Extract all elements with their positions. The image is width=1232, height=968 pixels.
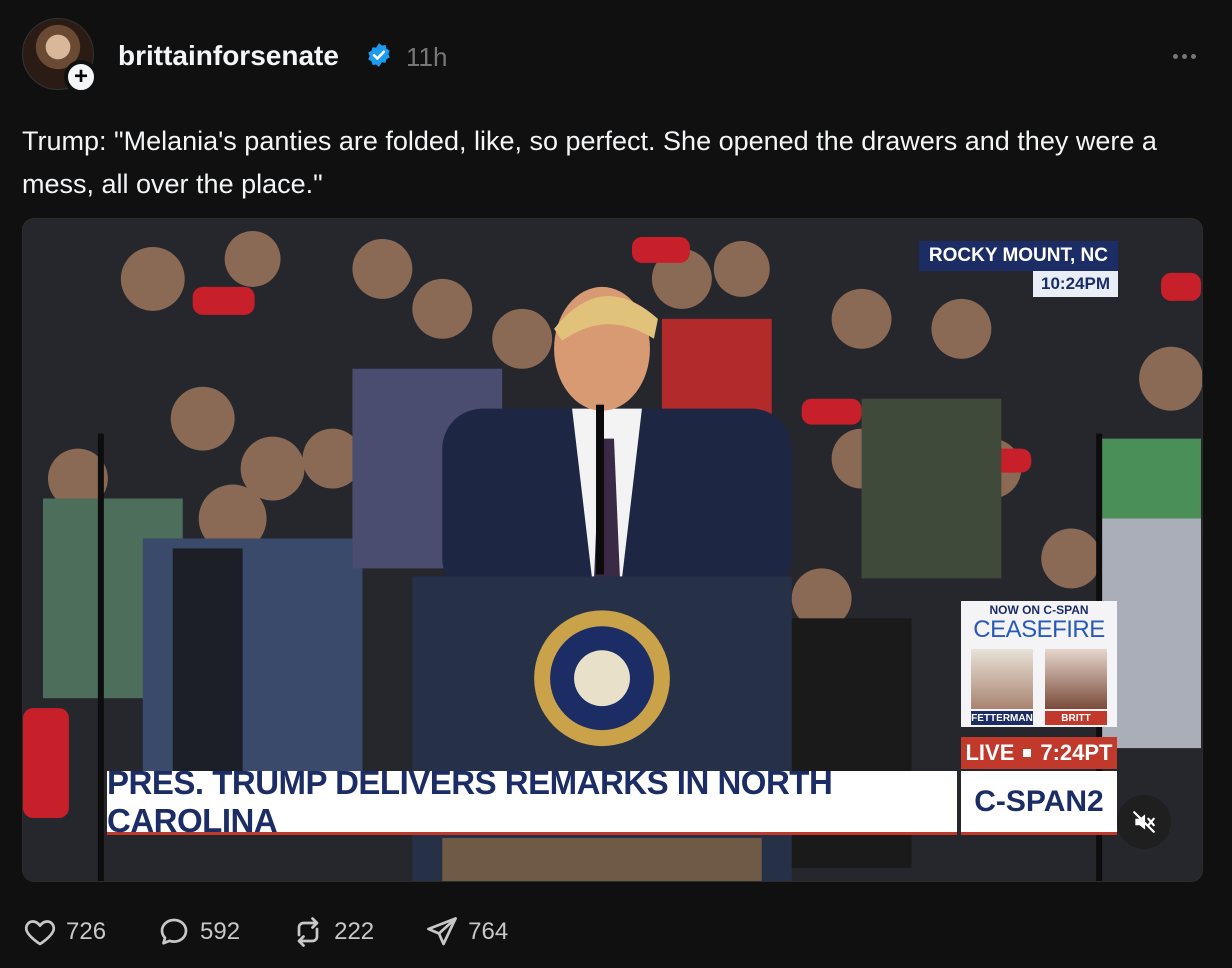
promo-top-label: NOW ON C-SPAN xyxy=(989,603,1089,617)
promo-photo-left xyxy=(971,649,1033,709)
location-time: 10:24PM xyxy=(1033,271,1118,297)
post-text: Trump: "Melania's panties are folded, li… xyxy=(22,126,1157,199)
promo-name-right: BRITT xyxy=(1045,711,1107,725)
like-button[interactable]: 726 xyxy=(22,914,106,950)
repost-count: 222 xyxy=(334,918,375,945)
live-label: LIVE xyxy=(965,740,1015,765)
username[interactable]: brittainforsenate xyxy=(118,40,339,72)
comment-icon xyxy=(160,918,188,945)
mute-icon[interactable] xyxy=(1117,795,1171,849)
verified-badge-icon xyxy=(368,43,390,67)
post-time: 11h xyxy=(406,42,448,72)
network-logo: C-SPAN2 xyxy=(961,771,1117,835)
repost-button[interactable]: 222 xyxy=(290,914,374,950)
video-player[interactable]: ROCKY MOUNT, NC 10:24PM NOW ON C-SPAN CE… xyxy=(22,218,1203,882)
share-count: 764 xyxy=(468,918,509,945)
promo-panel: NOW ON C-SPAN CEASEFIRE FETTERMAN BRITT xyxy=(961,601,1117,727)
repost-icon xyxy=(297,917,319,947)
more-icon[interactable] xyxy=(1166,44,1202,68)
live-dot-icon xyxy=(1023,749,1032,757)
reply-button[interactable]: 592 xyxy=(156,914,240,950)
send-icon xyxy=(427,917,457,946)
share-button[interactable]: 764 xyxy=(424,914,508,950)
like-count: 726 xyxy=(66,918,107,945)
live-time: 7:24PT xyxy=(1040,740,1113,765)
chyron: PRES. TRUMP DELIVERS REMARKS IN NORTH CA… xyxy=(107,764,957,839)
promo-photo-right xyxy=(1045,649,1107,709)
heart-icon xyxy=(24,920,56,946)
promo-name-left: FETTERMAN xyxy=(971,711,1033,725)
promo-title: CEASEFIRE xyxy=(973,616,1105,643)
follow-plus-icon[interactable]: + xyxy=(64,60,98,94)
location-label: ROCKY MOUNT, NC xyxy=(918,241,1118,271)
reply-count: 592 xyxy=(200,918,241,945)
action-bar: 726 592 222 764 xyxy=(22,912,558,952)
live-bar: LIVE 7:24PT xyxy=(961,737,1117,769)
